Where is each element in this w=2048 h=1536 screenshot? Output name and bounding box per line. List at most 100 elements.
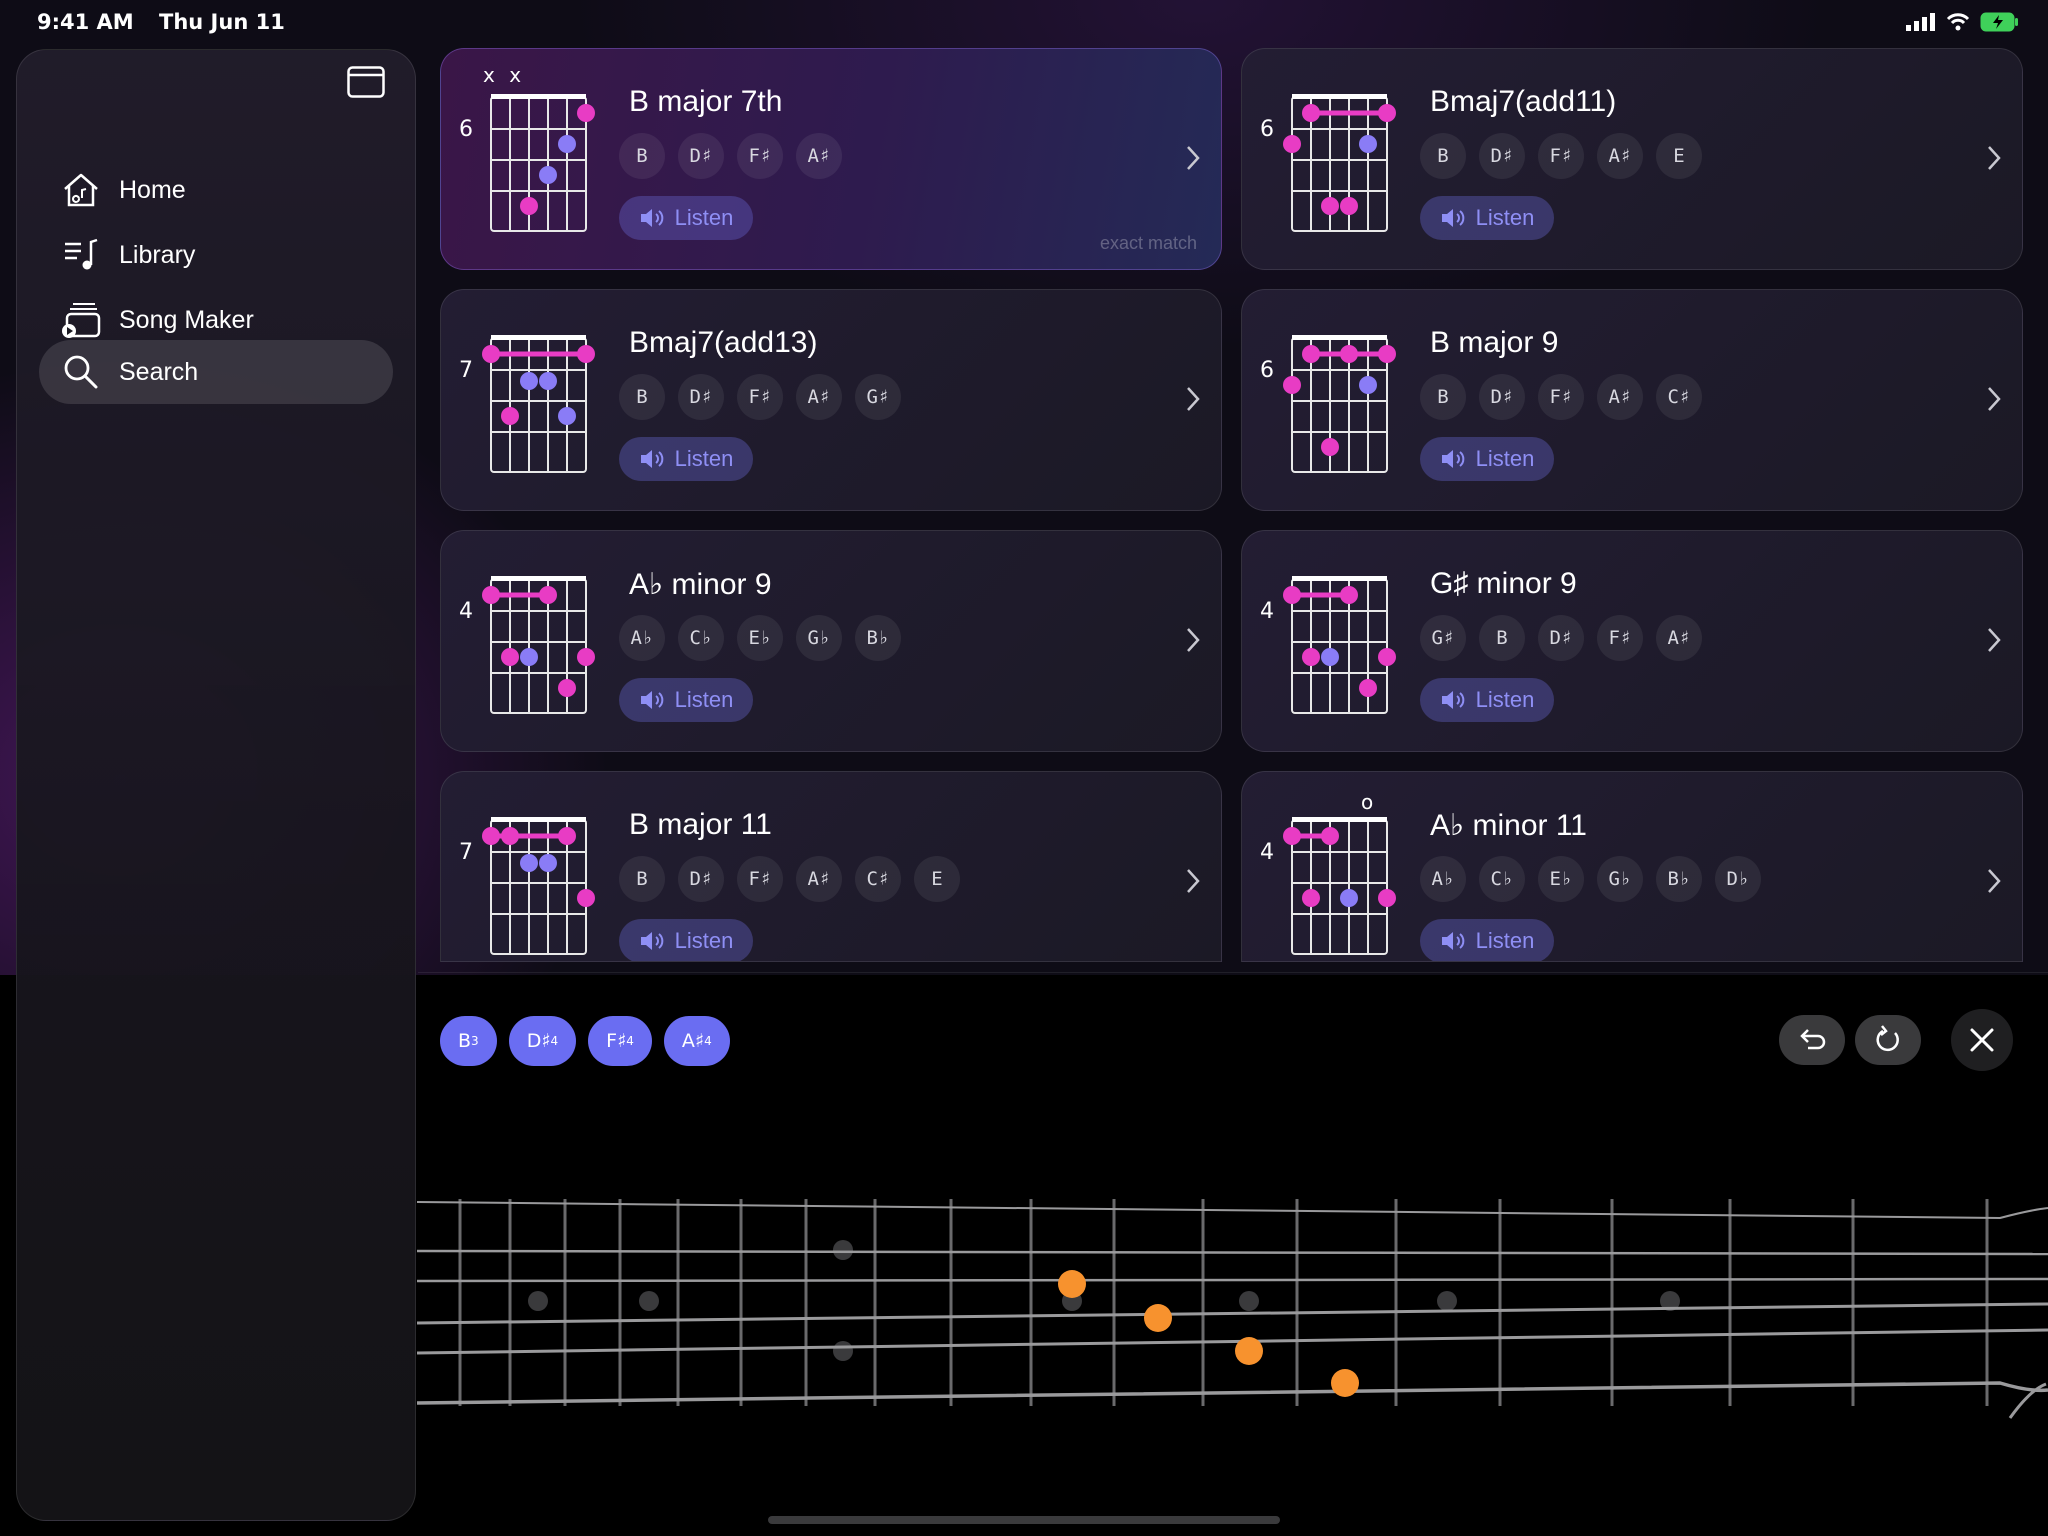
chord-card-bmaj7-add13[interactable]: 7 Bmaj7(add13) B D♯ F♯ A♯ G♯ Listen xyxy=(440,289,1222,511)
note-pill: B xyxy=(619,856,665,902)
sidebar-item-label: Home xyxy=(119,175,186,204)
listen-label: Listen xyxy=(1475,928,1535,953)
speaker-icon xyxy=(640,932,663,950)
close-button[interactable] xyxy=(1951,1009,2013,1071)
note-letter: A♯ xyxy=(681,1030,705,1052)
sidebar-item-label: Song Maker xyxy=(119,305,254,334)
listen-button[interactable]: Listen xyxy=(1420,437,1554,481)
chord-card-g-sharp-minor-9[interactable]: 4 G♯ minor 9 G♯ B D♯ F♯ A♯ Listen xyxy=(1241,530,2023,752)
listen-button[interactable]: Listen xyxy=(1420,196,1554,240)
listen-label: Listen xyxy=(1475,446,1535,471)
note-pill: B♭ xyxy=(1656,856,1702,902)
status-bar: 9:41 AM Thu Jun 11 xyxy=(37,10,303,34)
sidebar-item-label: Search xyxy=(119,357,199,386)
sidebar-item-home[interactable]: Home xyxy=(39,158,393,222)
listen-button[interactable]: Listen xyxy=(619,919,753,961)
fret-number: 7 xyxy=(459,840,473,865)
chord-card-bmaj7-add11[interactable]: 6 Bmaj7(add11) B D♯ F♯ A♯ E Listen xyxy=(1241,48,2023,270)
note-pill: A♯ xyxy=(1656,615,1702,661)
chord-diagram xyxy=(482,817,595,955)
battery-icon xyxy=(1980,12,2018,32)
chord-notes: A♭ C♭ E♭ G♭ B♭ xyxy=(619,615,901,661)
chevron-right-icon xyxy=(1187,387,1200,411)
chord-diagram xyxy=(1283,94,1396,232)
chord-notes: G♯ B D♯ F♯ A♯ xyxy=(1420,615,1702,661)
listen-label: Listen xyxy=(674,687,734,712)
chord-diagram xyxy=(490,94,595,232)
chord-card-ab-minor-9[interactable]: 4 A♭ minor 9 A♭ C♭ E♭ G♭ B♭ Listen xyxy=(440,530,1222,752)
note-pill: A♭ xyxy=(1420,856,1466,902)
chord-card-b-major-11[interactable]: 7 B major 11 B D♯ F♯ A♯ C♯ E Listen xyxy=(440,771,1222,962)
chord-notes: B D♯ F♯ A♯ C♯ xyxy=(1420,374,1702,420)
chevron-right-icon xyxy=(1988,146,2001,170)
chord-notes: B D♯ F♯ A♯ C♯ E xyxy=(619,856,960,902)
speaker-icon xyxy=(640,450,663,468)
note-pill: G♯ xyxy=(855,374,901,420)
note-pill: A♯ xyxy=(796,133,842,179)
listen-label: Listen xyxy=(1475,205,1535,230)
note-pill: A♯ xyxy=(1597,374,1643,420)
chord-card-b-major-7th[interactable]: x x 6 B major 7th B D♯ F♯ A♯ Listen exac… xyxy=(440,48,1222,270)
chord-card-ab-minor-11[interactable]: o 4 A♭ minor 11 A♭ C♭ E♭ G♭ B♭ D♭ Listen xyxy=(1241,771,2023,962)
note-pill: A♯ xyxy=(1597,133,1643,179)
chord-name: Bmaj7(add13) xyxy=(629,326,818,359)
listen-button[interactable]: Listen xyxy=(619,678,753,722)
home-indicator[interactable] xyxy=(768,1516,1280,1524)
note-octave: 3 xyxy=(471,1034,479,1048)
fret-number: 6 xyxy=(459,117,473,142)
fret-number: 4 xyxy=(1260,599,1274,624)
guitar-fretboard[interactable] xyxy=(0,1170,2048,1420)
search-icon xyxy=(61,352,101,392)
selected-note-pill[interactable]: A♯ 4 xyxy=(663,1016,730,1066)
listen-button[interactable]: Listen xyxy=(619,437,753,481)
chord-name: B major 9 xyxy=(1430,326,1559,359)
note-pill: B xyxy=(1420,133,1466,179)
note-pill: A♯ xyxy=(796,856,842,902)
note-letter: F♯ xyxy=(606,1030,627,1052)
chevron-right-icon xyxy=(1187,146,1200,170)
fret-number: 4 xyxy=(1260,840,1274,865)
sidebar-item-search[interactable]: Search xyxy=(39,340,393,404)
note-pill: B xyxy=(1420,374,1466,420)
chord-card-b-major-9[interactable]: 6 B major 9 B D♯ F♯ A♯ C♯ Listen xyxy=(1241,289,2023,511)
muted-strings-marker: x x xyxy=(483,63,526,87)
sidebar-item-library[interactable]: Library xyxy=(39,223,393,287)
status-time: 9:41 AM xyxy=(37,10,134,34)
selected-notes: B3 D♯ 4 F♯ 4 A♯ 4 xyxy=(440,1016,730,1066)
note-pill: D♭ xyxy=(1715,856,1761,902)
chevron-right-icon xyxy=(1988,869,2001,893)
note-pill: D♯ xyxy=(678,856,724,902)
chord-notes: B D♯ F♯ A♯ E xyxy=(1420,133,1702,179)
sidebar-toggle-button[interactable] xyxy=(347,66,385,98)
reset-icon xyxy=(1876,1025,1899,1052)
note-octave: 4 xyxy=(704,1034,712,1048)
note-pill: E xyxy=(914,856,960,902)
chord-name: A♭ minor 11 xyxy=(1430,809,1587,842)
note-octave: 4 xyxy=(626,1034,634,1048)
chevron-right-icon xyxy=(1187,628,1200,652)
undo-button[interactable] xyxy=(1779,1015,1845,1065)
fret-number: 7 xyxy=(459,358,473,383)
note-pill: E xyxy=(1656,133,1702,179)
note-pill: B♭ xyxy=(855,615,901,661)
reset-button[interactable] xyxy=(1855,1015,1921,1065)
note-pill: C♭ xyxy=(678,615,724,661)
selected-note-pill[interactable]: B3 xyxy=(440,1016,497,1066)
selected-note-pill[interactable]: F♯ 4 xyxy=(588,1016,652,1066)
listen-button[interactable]: Listen xyxy=(1420,919,1554,961)
listen-label: Listen xyxy=(674,205,734,230)
note-pill: B xyxy=(619,133,665,179)
selected-note-pill[interactable]: D♯ 4 xyxy=(508,1016,577,1066)
chord-diagram xyxy=(1283,335,1396,473)
note-pill: F♯ xyxy=(1597,615,1643,661)
listen-button[interactable]: Listen xyxy=(619,196,753,240)
note-pill: B xyxy=(1479,615,1525,661)
library-icon xyxy=(61,235,101,275)
close-icon xyxy=(1970,1028,1994,1052)
note-pill: F♯ xyxy=(737,374,783,420)
fret-number: 4 xyxy=(459,599,473,624)
note-pill: A♯ xyxy=(796,374,842,420)
listen-button[interactable]: Listen xyxy=(1420,678,1554,722)
note-pill: E♭ xyxy=(1538,856,1584,902)
fret-number: 6 xyxy=(1260,117,1274,142)
